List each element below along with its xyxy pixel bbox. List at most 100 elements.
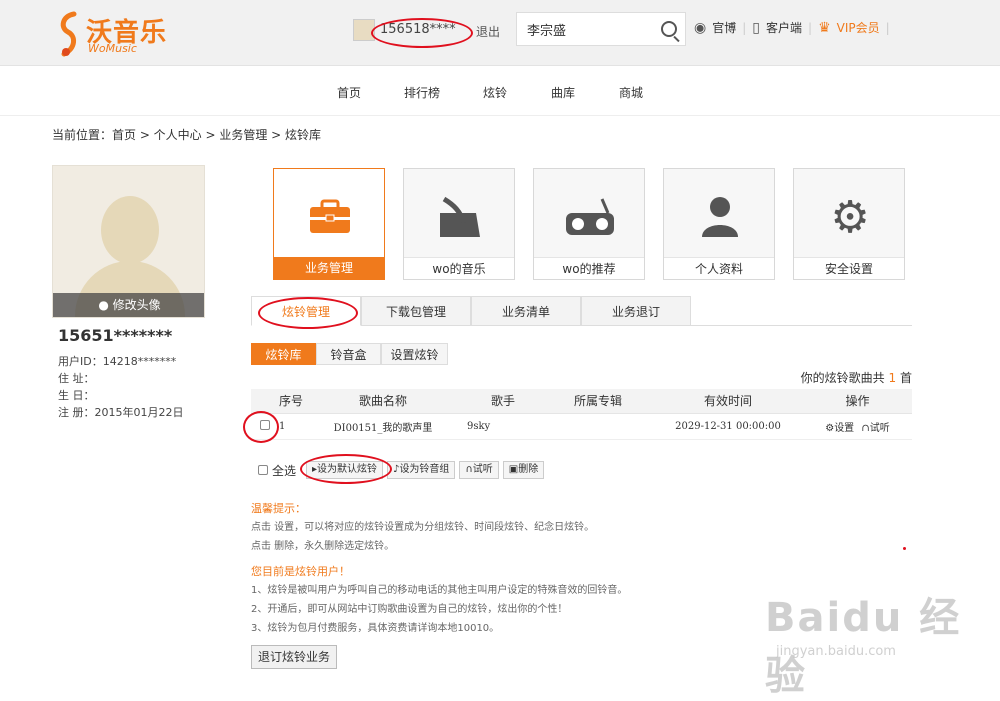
logo-subtext: WoMusic	[88, 42, 137, 55]
count-suffix: 首	[899, 371, 912, 385]
settings-icon: ⚙	[825, 422, 835, 434]
tip-title: 温馨提示：	[251, 502, 306, 515]
radio-icon	[562, 189, 618, 245]
top-links: ◉ 官博 | ▯ 客户端 | ♛ VIP会员 |	[694, 19, 896, 36]
profile-address: 住 址：	[58, 372, 95, 385]
count-value: 1	[888, 371, 897, 385]
header-singer: 歌手	[463, 389, 543, 414]
subtab-set-ringtone[interactable]: 设置炫铃	[381, 343, 448, 365]
profile-info: 用户ID：14218******* 住 址： 生 日： 注 册：2015年01月…	[58, 353, 184, 421]
row-singer: 9sky	[463, 413, 543, 440]
header-operation: 操作	[803, 389, 912, 414]
row-operations: ⚙设置 ∩试听	[803, 413, 912, 440]
header-album: 所属专辑	[543, 389, 653, 414]
baidu-watermark: Baidu 经验	[765, 595, 962, 699]
divider: |	[885, 20, 890, 35]
count-prefix: 你的炫铃歌曲共	[800, 371, 885, 385]
search-input[interactable]	[517, 13, 647, 45]
headphones-icon: ∩	[465, 464, 473, 475]
nav-home[interactable]: 首页	[337, 84, 361, 101]
tile-recommend[interactable]: wo的推荐	[533, 168, 645, 280]
set-ringtone-group-button[interactable]: ♪设为铃音组	[387, 461, 456, 479]
weibo-icon: ◉	[694, 19, 707, 36]
row-time: 2029-12-31 00:00:00	[653, 413, 803, 440]
row-set-link[interactable]: 设置	[834, 423, 854, 434]
search-icon[interactable]	[661, 21, 677, 37]
listen-button[interactable]: ∩试听	[459, 461, 499, 479]
client-link[interactable]: 客户端	[766, 19, 802, 36]
tile-label: 业务管理	[274, 257, 384, 279]
crown-icon: ♛	[818, 19, 831, 36]
profile-register-date: 注 册：2015年01月22日	[58, 406, 184, 419]
main-nav: 首页 排行榜 炫铃 曲库 商城	[0, 66, 1000, 116]
annotation-ellipse	[243, 411, 279, 443]
header-song: 歌曲名称	[303, 389, 463, 414]
tile-profile[interactable]: 个人资料	[663, 168, 775, 280]
subtab-ringtone-box[interactable]: 铃音盒	[316, 343, 381, 365]
tab-business-list[interactable]: 业务清单	[471, 296, 581, 326]
tile-business-management[interactable]: 业务管理	[273, 168, 385, 280]
gear-icon: ⚙	[830, 191, 870, 243]
tab-unsubscribe[interactable]: 业务退订	[581, 296, 691, 326]
select-all-label[interactable]: 全选	[272, 462, 296, 479]
row-listen-link[interactable]: 试听	[870, 423, 890, 434]
select-all-checkbox[interactable]	[258, 465, 268, 475]
ringtone-table: 序号 歌曲名称 歌手 所属专辑 有效时间 操作 1 DI00151_我的歌声里 …	[251, 389, 912, 440]
headphones-icon: ∩	[861, 422, 870, 434]
row-album	[543, 413, 653, 440]
trash-icon: ▣	[508, 464, 519, 475]
tile-my-music[interactable]: wo的音乐	[403, 168, 515, 280]
tip-line: 点击 删除，永久删除选定炫铃。	[251, 541, 395, 552]
avatar-head	[101, 196, 159, 264]
logout-link[interactable]: 退出	[476, 23, 500, 40]
profile-user-id: 用户ID：14218*******	[58, 355, 177, 368]
tip-line: 点击 设置，可以将对应的炫铃设置成为分组炫铃、时间段炫铃、纪念日炫铃。	[251, 522, 595, 533]
row-no: 1	[279, 413, 303, 440]
weibo-link[interactable]: 官博	[712, 19, 736, 36]
briefcase-icon	[302, 189, 358, 245]
unsubscribe-ringtone-button[interactable]: 退订炫铃业务	[251, 645, 338, 669]
delete-label: 删除	[518, 464, 539, 475]
annotation-ellipse	[258, 297, 358, 329]
music-folder-icon	[432, 189, 488, 245]
profile-birthday: 生 日：	[58, 389, 95, 402]
header-no: 序号	[279, 389, 303, 414]
tile-label: wo的音乐	[404, 257, 514, 279]
tip-line: 3、炫铃为包月付费服务，具体资费请详询本地10010。	[251, 623, 500, 634]
profile-name: 15651*******	[58, 326, 173, 345]
tip-line: 1、炫铃是被叫用户为呼叫自己的移动电话的其他主叫用户设定的特殊音效的回铃音。	[251, 585, 628, 596]
logo[interactable]: 沃音乐 WoMusic	[56, 8, 176, 58]
nav-library[interactable]: 曲库	[551, 84, 575, 101]
tip-title: 您目前是炫铃用户！	[251, 565, 350, 578]
header-valid-time: 有效时间	[653, 389, 803, 414]
table-row: 1 DI00151_我的歌声里 9sky 2029-12-31 00:00:00…	[251, 413, 912, 440]
search-box	[516, 12, 686, 46]
nav-store[interactable]: 商城	[619, 84, 643, 101]
nav-charts[interactable]: 排行榜	[404, 84, 440, 101]
annotation-ellipse	[371, 18, 473, 48]
row-song: DI00151_我的歌声里	[303, 413, 463, 440]
subtab-ringtone-library[interactable]: 炫铃库	[251, 343, 316, 365]
red-dot	[903, 547, 906, 550]
table-header-row: 序号 歌曲名称 歌手 所属专辑 有效时间 操作	[251, 389, 912, 414]
tile-label: wo的推荐	[534, 257, 644, 279]
phone-icon: ▯	[752, 19, 760, 36]
breadcrumb: 当前位置：首页 > 个人中心 > 业务管理 > 炫铃库	[52, 128, 322, 142]
user-icon: ●	[98, 298, 109, 312]
annotation-ellipse	[300, 454, 392, 484]
tab-download-package[interactable]: 下载包管理	[361, 296, 471, 326]
header-checkbox-col	[251, 389, 279, 414]
delete-button[interactable]: ▣删除	[502, 461, 545, 479]
divider: |	[742, 20, 747, 35]
avatar[interactable]: ● 修改头像	[52, 165, 205, 318]
ringtone-count: 你的炫铃歌曲共 1 首	[801, 369, 912, 386]
tile-security[interactable]: ⚙ 安全设置	[793, 168, 905, 280]
tip-line: 2、开通后，即可从网站中订购歌曲设置为自己的炫铃，炫出你的个性！	[251, 604, 568, 615]
divider: |	[808, 20, 813, 35]
person-icon	[692, 189, 748, 245]
nav-ringtone[interactable]: 炫铃	[483, 84, 507, 101]
edit-avatar-label: 修改头像	[112, 298, 161, 312]
vip-link[interactable]: VIP会员	[837, 19, 880, 36]
tile-label: 个人资料	[664, 257, 774, 279]
edit-avatar-button[interactable]: ● 修改头像	[53, 293, 204, 317]
